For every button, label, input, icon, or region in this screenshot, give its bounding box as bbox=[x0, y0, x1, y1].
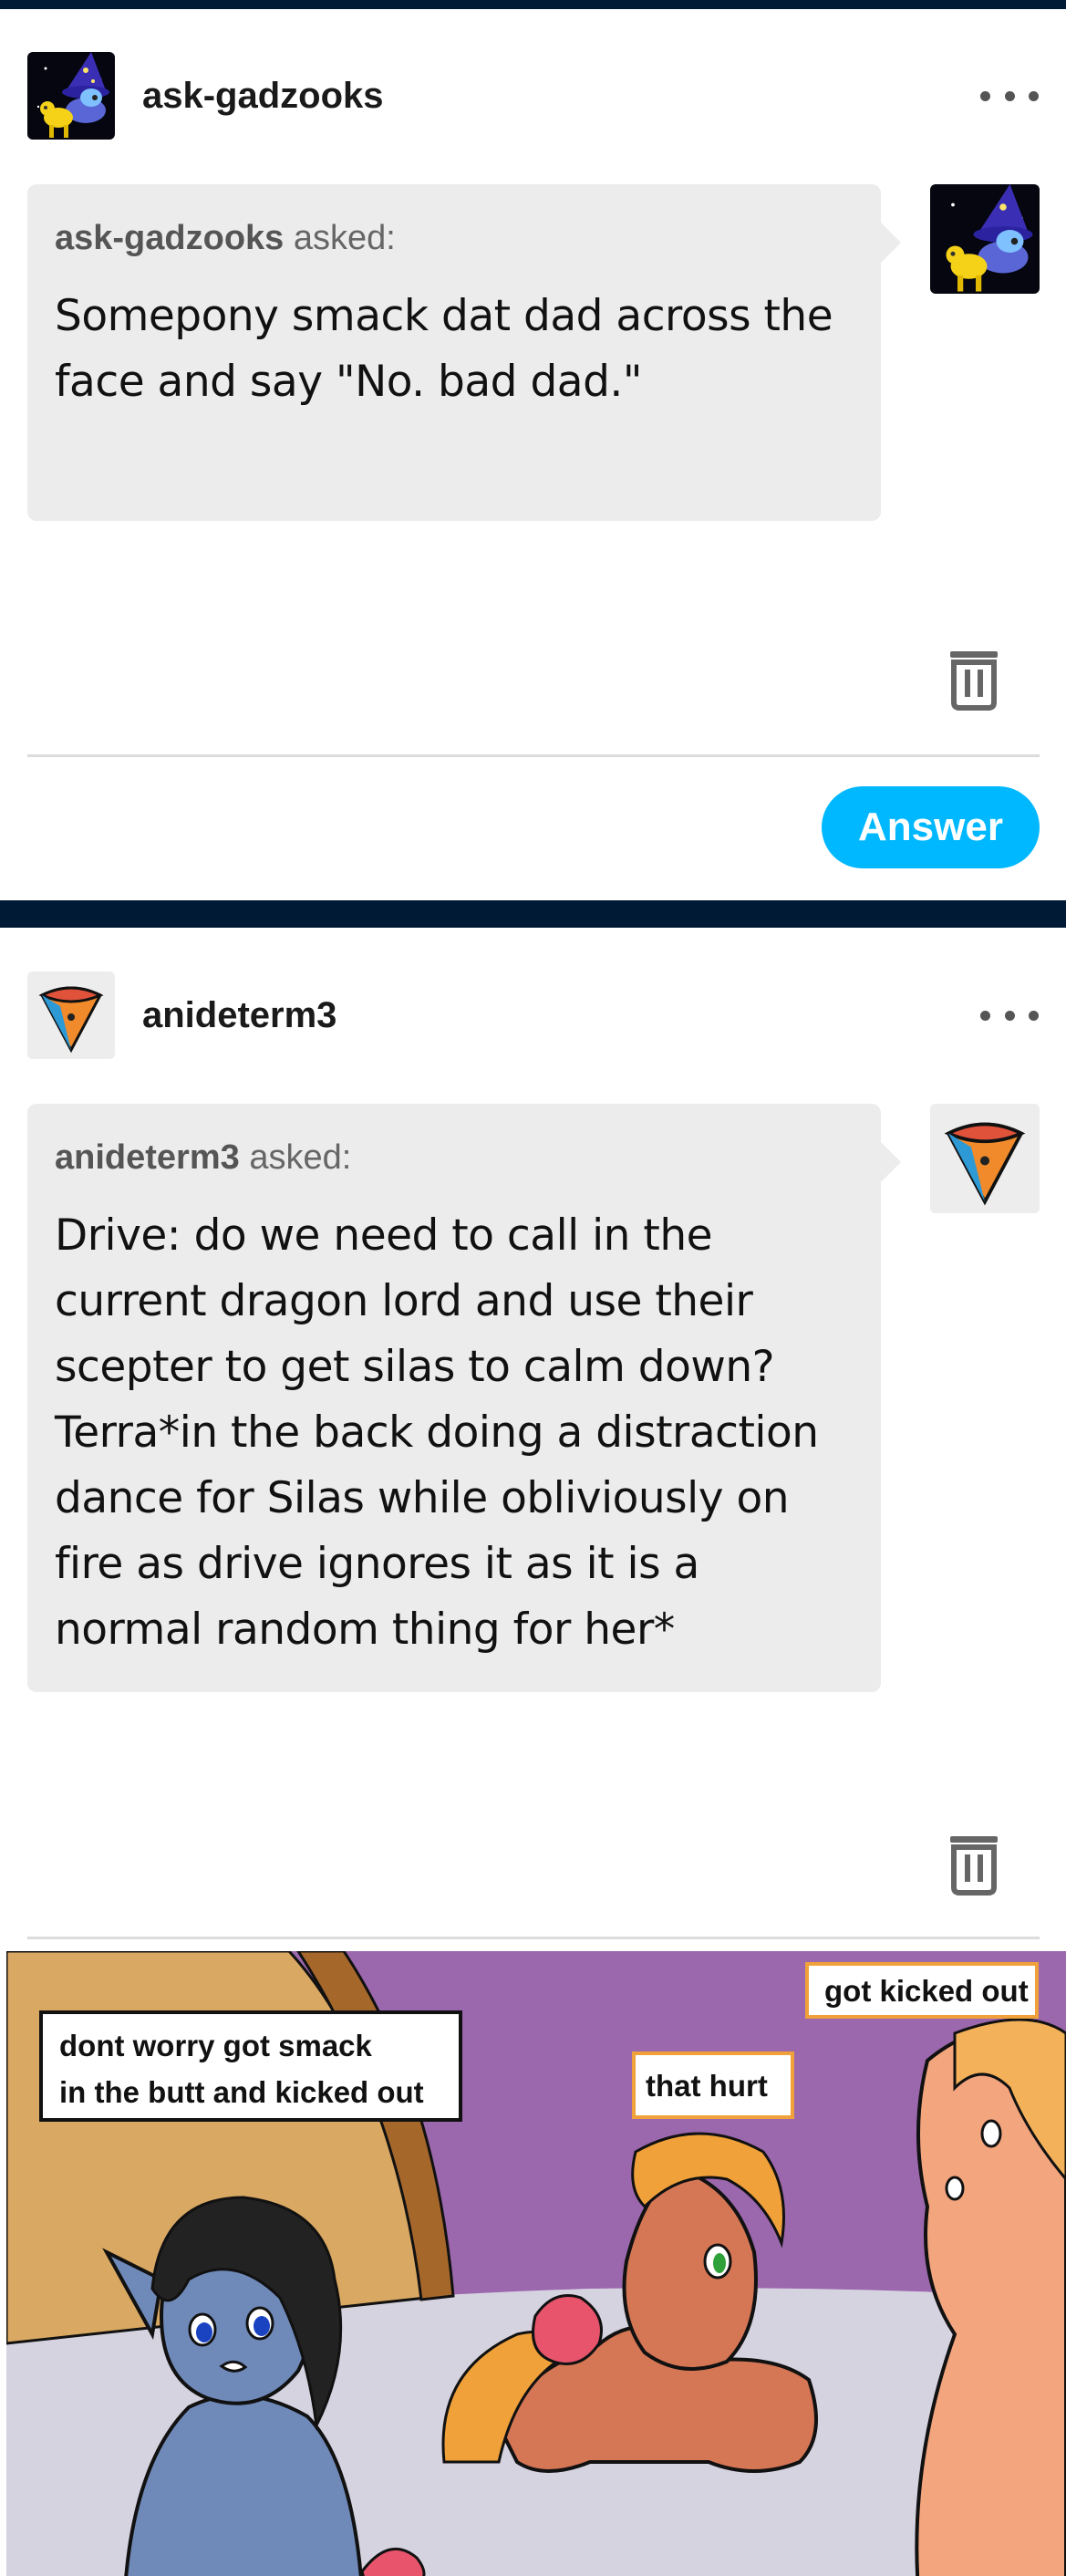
asked-label: asked: bbox=[293, 219, 396, 257]
asker-line: ask-gadzooks asked: bbox=[55, 219, 854, 258]
delete-button[interactable] bbox=[947, 1833, 1001, 1896]
pony-wizard-avatar-icon bbox=[930, 184, 1040, 294]
trash-icon bbox=[950, 1836, 998, 1896]
blog-name[interactable]: anideterm3 bbox=[142, 995, 336, 1036]
asker-name[interactable]: anideterm3 bbox=[55, 1138, 240, 1177]
asked-label: asked: bbox=[249, 1138, 352, 1177]
more-options-dot bbox=[1029, 1010, 1039, 1021]
ask-post-2: anideterm3 anideterm3 asked: Drive: do w… bbox=[0, 928, 1066, 2576]
divider bbox=[27, 1937, 1040, 1939]
delete-button[interactable] bbox=[947, 648, 1001, 712]
comic-image: dont worry got smack in the butt and kic… bbox=[5, 1949, 1066, 2576]
peach-pony bbox=[915, 2018, 1066, 2576]
pizza-slice-avatar-icon bbox=[27, 971, 115, 1059]
more-options-dot bbox=[1004, 1010, 1015, 1021]
post-header: anideterm3 bbox=[27, 971, 1039, 1059]
speech-left-line1: dont worry got smack bbox=[59, 2029, 373, 2062]
blog-name[interactable]: ask-gadzooks bbox=[142, 76, 384, 117]
asker-avatar[interactable] bbox=[930, 184, 1040, 294]
speech-box-middle: that hurt bbox=[632, 2051, 794, 2119]
comic-panel: dont worry got smack in the butt and kic… bbox=[5, 1949, 1066, 2576]
asker-avatar[interactable] bbox=[930, 1104, 1040, 1213]
speech-right: got kicked out bbox=[824, 1974, 1029, 2008]
ask-bubble: ask-gadzooks asked: Somepony smack dat d… bbox=[27, 184, 901, 521]
asker-line: anideterm3 asked: bbox=[55, 1138, 854, 1178]
speech-left-line2: in the butt and kicked out bbox=[59, 2075, 424, 2109]
more-options-icon bbox=[980, 90, 990, 101]
pizza-slice-avatar-icon bbox=[930, 1104, 1040, 1213]
more-options-button[interactable] bbox=[980, 997, 1039, 1034]
ask-post-1: ask-gadzooks ask-gadzooks asked: Somepon… bbox=[0, 9, 1066, 900]
more-options-dot bbox=[1029, 90, 1039, 101]
question-text: Somepony smack dat dad across the face a… bbox=[55, 291, 833, 407]
speech-box-right: got kicked out bbox=[805, 1962, 1039, 2019]
pony-wizard-avatar-icon bbox=[27, 52, 115, 140]
more-options-icon bbox=[980, 1010, 990, 1021]
speech-box-left: dont worry got smack in the butt and kic… bbox=[39, 2010, 462, 2122]
blog-avatar[interactable] bbox=[27, 971, 115, 1059]
more-options-dot bbox=[1004, 90, 1015, 101]
blog-avatar[interactable] bbox=[27, 52, 115, 140]
trash-icon bbox=[950, 651, 998, 711]
answer-button[interactable]: Answer bbox=[822, 786, 1040, 868]
question-text: Drive: do we need to call in the current… bbox=[55, 1210, 819, 1655]
more-options-button[interactable] bbox=[980, 78, 1039, 114]
ask-bubble: anideterm3 asked: Drive: do we need to c… bbox=[27, 1104, 901, 1692]
divider bbox=[27, 754, 1040, 757]
speech-middle: that hurt bbox=[646, 2069, 768, 2103]
asker-name[interactable]: ask-gadzooks bbox=[55, 219, 284, 257]
post-header: ask-gadzooks bbox=[27, 52, 1039, 140]
